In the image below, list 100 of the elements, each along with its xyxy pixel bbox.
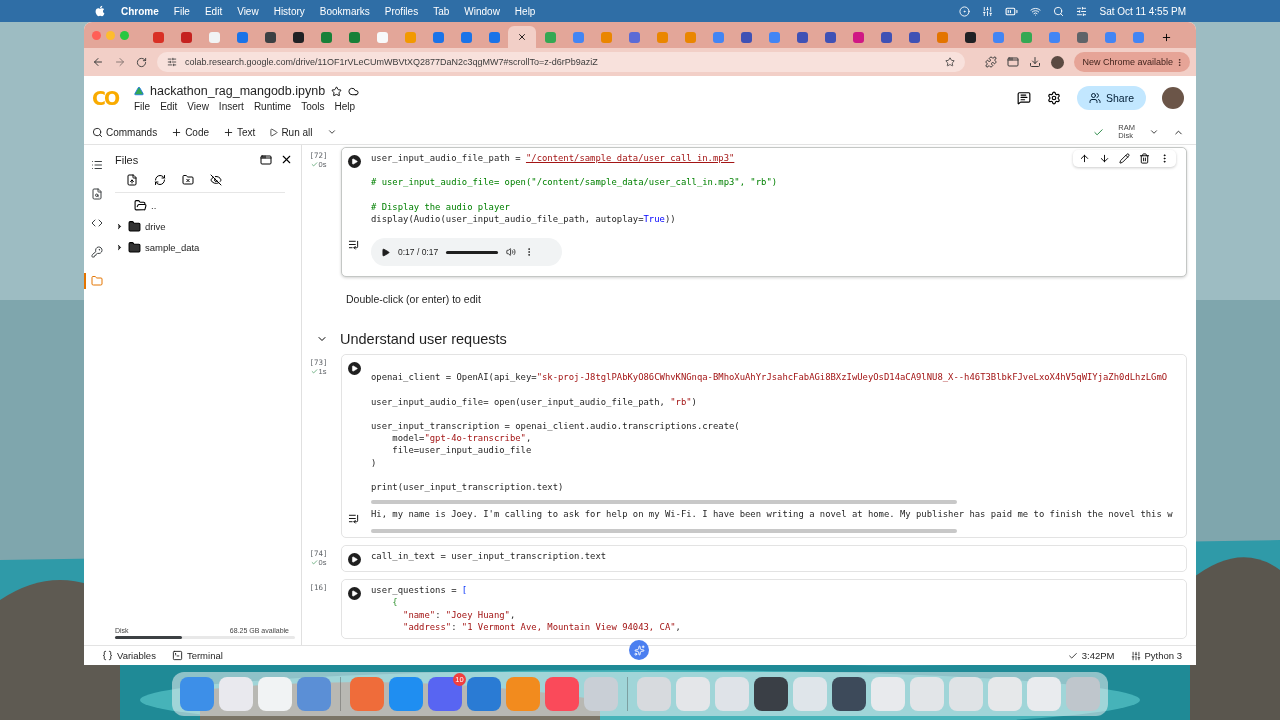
menu-item[interactable]: Runtime xyxy=(253,101,292,112)
code-line: print(user_input_transcription.text) xyxy=(371,481,564,494)
last-run-time[interactable]: 3:42PM xyxy=(1067,650,1115,661)
menu-item[interactable]: Tools xyxy=(301,101,325,112)
menu-item[interactable]: View xyxy=(187,101,209,112)
wifi-icon[interactable] xyxy=(1030,5,1042,17)
volume-icon[interactable] xyxy=(506,247,517,258)
code-line: user_input_transcription = openai_client.audio.transcriptions.create( xyxy=(371,420,740,433)
bookmark-star-icon[interactable] xyxy=(945,57,956,67)
app-icon[interactable] xyxy=(754,677,788,711)
app-menu[interactable]: Chrome xyxy=(121,5,159,17)
move-down-icon[interactable] xyxy=(1099,153,1110,164)
app-icon[interactable] xyxy=(832,677,866,711)
menu-item[interactable]: View xyxy=(237,5,259,17)
folder-icon xyxy=(128,240,141,254)
code-line: # user_input_audio_file= open("/content/sample_data/user_call_in.mp3", "rb") xyxy=(371,176,778,189)
tab-search-icon[interactable] xyxy=(1007,56,1020,68)
comments-icon[interactable] xyxy=(1016,91,1031,105)
menu-item[interactable]: File xyxy=(134,101,151,112)
commands-button[interactable]: Commands xyxy=(92,126,158,138)
plus-icon xyxy=(171,126,183,138)
panel-title: Files xyxy=(115,153,140,166)
move-up-icon[interactable] xyxy=(1079,153,1090,164)
back-icon[interactable] xyxy=(92,56,104,68)
code-line: call_in_text = user_input_transcription.text xyxy=(371,550,607,563)
apple-icon[interactable] xyxy=(94,5,106,17)
audio-player[interactable]: 0:17 / 0:17 xyxy=(371,238,562,267)
runtime-button[interactable]: Python 3 xyxy=(1130,650,1182,661)
extensions-icon[interactable] xyxy=(985,56,998,68)
audio-time: 0:17 / 0:17 xyxy=(398,247,439,258)
new-tab-icon[interactable] xyxy=(1160,31,1172,43)
run-cell-button[interactable] xyxy=(348,155,361,168)
run-cell-button[interactable] xyxy=(348,587,361,601)
play-icon xyxy=(351,365,358,373)
delete-icon[interactable] xyxy=(1139,153,1150,164)
star-icon[interactable] xyxy=(331,85,343,97)
file-tree-item[interactable]: .. xyxy=(115,197,293,213)
profile-avatar[interactable] xyxy=(1051,55,1065,69)
gemini-button[interactable] xyxy=(629,640,649,660)
add-text-button[interactable]: Text xyxy=(223,126,256,138)
menu-item[interactable]: Edit xyxy=(160,101,178,112)
hide-icon[interactable] xyxy=(210,174,222,186)
menu-item[interactable]: Help xyxy=(514,5,536,17)
terminal-button[interactable]: Terminal xyxy=(171,650,223,661)
people-icon xyxy=(1088,92,1101,104)
clock[interactable]: Sat Oct 11 4:55 PM xyxy=(1099,5,1186,17)
drive-icon xyxy=(134,86,144,96)
refresh-icon[interactable] xyxy=(154,174,166,186)
menu-item[interactable]: Profiles xyxy=(384,5,419,17)
address-bar[interactable]: colab.research.google.com/drive/11OF1rVLeCUmWBVtXQ2877DaN2c3qgMW7#scrollTo=z-d6rPb9aziZ xyxy=(157,52,966,72)
code-line: user_questions = [ xyxy=(371,584,468,597)
search-icon[interactable] xyxy=(1053,5,1065,17)
avatar[interactable] xyxy=(1162,87,1184,109)
file-tree-item[interactable]: drive xyxy=(115,218,293,234)
variables-button[interactable]: Variables xyxy=(102,650,156,661)
add-code-button[interactable]: Code xyxy=(171,126,210,138)
output-icon[interactable] xyxy=(348,239,359,251)
connected-icon xyxy=(1093,126,1105,138)
play-icon[interactable] xyxy=(381,247,390,257)
edit-icon[interactable] xyxy=(1119,153,1130,164)
sparkle-icon xyxy=(633,644,645,656)
site-info-icon[interactable] xyxy=(167,57,177,67)
close-icon[interactable] xyxy=(280,153,293,166)
play-icon xyxy=(351,590,358,598)
close-icon[interactable] xyxy=(517,32,527,42)
download-icon[interactable] xyxy=(1029,56,1042,68)
menu-item[interactable]: Edit xyxy=(204,5,223,17)
audio-progress[interactable] xyxy=(446,250,499,254)
menu-item[interactable]: History xyxy=(273,5,305,17)
code-line: user_input_audio_file= open(user_input_audio_file_path, "rb") xyxy=(371,395,697,408)
terminal-icon xyxy=(171,650,183,661)
menu-item[interactable]: Tab xyxy=(433,5,450,17)
check-icon xyxy=(310,368,318,376)
reload-icon[interactable] xyxy=(136,56,147,68)
share-button[interactable]: Share xyxy=(1076,86,1146,110)
menu-item[interactable]: Bookmarks xyxy=(319,5,370,17)
caret-icon[interactable] xyxy=(115,242,124,252)
update-button[interactable]: New Chrome available xyxy=(1074,52,1190,72)
text-cell[interactable]: Double-click (or enter) to edit xyxy=(302,293,1187,306)
output-icon[interactable] xyxy=(348,513,359,525)
menu-item[interactable]: Insert xyxy=(218,101,244,112)
run-all-button[interactable]: Run all xyxy=(269,126,313,138)
notebook-title[interactable]: hackathon_rag_mangodb.ipynb xyxy=(150,84,326,98)
window-icon[interactable] xyxy=(260,153,272,166)
upload-icon[interactable] xyxy=(126,174,138,186)
search-icon xyxy=(92,126,103,138)
run-cell-button[interactable] xyxy=(348,362,361,376)
play-icon xyxy=(351,556,358,564)
settings-icon[interactable] xyxy=(1046,91,1061,105)
file-tree-item[interactable]: sample_data xyxy=(115,239,293,255)
check-icon xyxy=(1067,650,1078,661)
control-center-icon[interactable] xyxy=(1076,5,1088,17)
menu-item[interactable]: Window xyxy=(464,5,500,17)
menu-item[interactable]: Help xyxy=(334,101,356,112)
record-icon[interactable] xyxy=(959,5,971,17)
run-cell-button[interactable] xyxy=(348,553,361,567)
caret-icon[interactable] xyxy=(115,221,124,231)
menu-item[interactable]: File xyxy=(173,5,190,17)
more-icon xyxy=(1175,57,1184,67)
cloud-icon xyxy=(348,85,360,97)
